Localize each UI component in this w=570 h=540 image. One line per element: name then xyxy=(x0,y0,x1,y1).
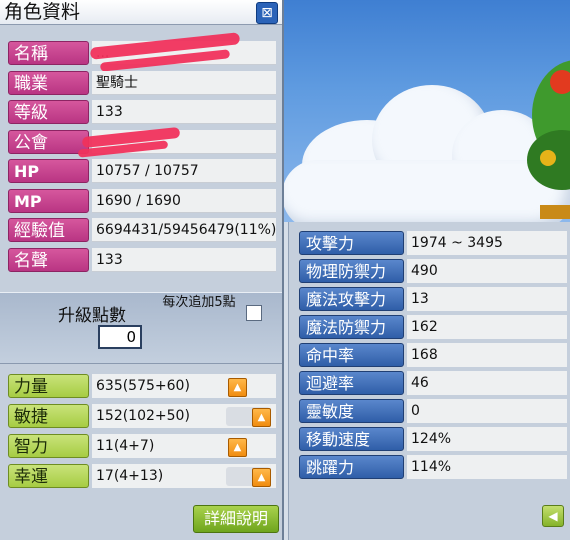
attr-label: 力量 xyxy=(8,374,89,398)
stat-label: 經驗值 xyxy=(8,218,89,242)
combat-label: 物理防禦力 xyxy=(299,259,404,283)
attributes-list: 力量 635(575+60) ▲ 敏捷 152(102+50) ▲ 智力 11(… xyxy=(4,370,277,490)
combat-label: 魔法攻擊力 xyxy=(299,287,404,311)
profile-stats: 名稱 ... 職業 聖騎士 等級 133 公會 HP 10757 / 10757… xyxy=(4,32,277,275)
combat-value: 124% xyxy=(407,427,567,451)
stat-row-level: 等級 133 xyxy=(4,97,277,127)
window-title: 角色資料 xyxy=(4,1,81,23)
combat-label: 靈敏度 xyxy=(299,399,404,423)
combat-row: 命中率 168 xyxy=(299,343,567,368)
combat-value: 490 xyxy=(407,259,567,283)
up-arrow-icon[interactable]: ▲ xyxy=(252,408,271,427)
stat-label: 公會 xyxy=(8,129,89,154)
combat-value: 13 xyxy=(407,287,567,311)
stat-row-exp: 經驗值 6694431/59456479(11%) xyxy=(4,215,277,245)
attr-label: 智力 xyxy=(8,434,89,458)
stat-row-fame: 名聲 133 xyxy=(4,245,277,275)
stat-value: 聖騎士 xyxy=(92,70,276,95)
attr-row-int: 智力 11(4+7) ▲ xyxy=(4,430,277,460)
attr-label: 敏捷 xyxy=(8,404,89,428)
auto-add-checkbox[interactable] xyxy=(246,305,262,321)
attr-row-str: 力量 635(575+60) ▲ xyxy=(4,370,277,400)
combat-label: 攻擊力 xyxy=(299,231,404,255)
combat-label: 魔法防禦力 xyxy=(299,315,404,339)
attr-label: 幸運 xyxy=(8,464,89,488)
combat-row: 魔法防禦力 162 xyxy=(299,315,567,340)
cloud xyxy=(282,160,570,222)
stat-value: 6694431/59456479(11%) xyxy=(92,218,276,242)
auto-add-label: 每次追加5點 xyxy=(162,295,236,310)
game-background xyxy=(282,0,570,222)
combat-row: 靈敏度 0 xyxy=(299,399,567,424)
title-bar[interactable]: 角色資料 ⊠ xyxy=(0,0,282,25)
combat-value: 168 xyxy=(407,343,567,367)
stat-label: 名聲 xyxy=(8,247,89,272)
combat-row: 迴避率 46 xyxy=(299,371,567,396)
attr-row-luk: 幸運 17(4+13) ▲ xyxy=(4,460,277,490)
combat-label: 迴避率 xyxy=(299,371,404,395)
stat-row-hp: HP 10757 / 10757 xyxy=(4,156,277,186)
attr-value: 11(4+7) xyxy=(92,434,276,458)
fruit xyxy=(540,150,556,166)
attr-value: 635(575+60) xyxy=(92,374,276,398)
stat-row-mp: MP 1690 / 1690 xyxy=(4,186,277,216)
combat-value: 46 xyxy=(407,371,567,395)
combat-row: 物理防禦力 490 xyxy=(299,259,567,284)
up-arrow-icon[interactable]: ▲ xyxy=(228,438,247,457)
back-arrow-icon[interactable]: ◀ xyxy=(542,505,564,527)
stat-value: 133 xyxy=(92,100,276,124)
combat-row: 攻擊力 1974 ~ 3495 xyxy=(299,231,567,256)
combat-row: 魔法攻擊力 13 xyxy=(299,287,567,312)
detail-button[interactable]: 詳細說明 xyxy=(193,505,279,533)
up-arrow-icon[interactable]: ▲ xyxy=(228,378,247,397)
stat-label: 名稱 xyxy=(8,41,89,65)
combat-value: 114% xyxy=(407,455,567,479)
combat-value: 162 xyxy=(407,315,567,339)
ability-points-label: 升級點數 xyxy=(58,306,126,326)
stat-label: 等級 xyxy=(8,100,89,124)
stat-label: 職業 xyxy=(8,70,89,95)
combat-row: 跳躍力 114% xyxy=(299,455,567,480)
combat-label: 跳躍力 xyxy=(299,455,404,479)
fruit xyxy=(550,70,570,94)
close-icon[interactable]: ⊠ xyxy=(256,2,278,24)
stat-label: HP xyxy=(8,159,89,183)
ability-points-value: 0 xyxy=(98,325,142,349)
stat-value: 133 xyxy=(92,247,276,272)
combat-stats-panel: 攻擊力 1974 ~ 3495 物理防禦力 490 魔法攻擊力 13 魔法防禦力… xyxy=(288,222,570,540)
stat-value: 1690 / 1690 xyxy=(92,188,276,213)
combat-label: 命中率 xyxy=(299,343,404,367)
stat-row-guild: 公會 xyxy=(4,126,277,158)
combat-label: 移動速度 xyxy=(299,427,404,451)
attr-row-dex: 敏捷 152(102+50) ▲ xyxy=(4,400,277,430)
combat-value: 0 xyxy=(407,399,567,423)
up-arrow-icon[interactable]: ▲ xyxy=(252,468,271,487)
character-info-window: 角色資料 ⊠ 名稱 ... 職業 聖騎士 等級 133 公會 HP 10757 … xyxy=(0,0,284,540)
stat-row-name: 名稱 ... xyxy=(4,32,277,72)
combat-value: 1974 ~ 3495 xyxy=(407,231,567,255)
combat-row: 移動速度 124% xyxy=(299,427,567,452)
stat-value: 10757 / 10757 xyxy=(92,159,276,183)
stat-label: MP xyxy=(8,188,89,213)
stat-row-job: 職業 聖騎士 xyxy=(4,68,277,98)
roof-decor xyxy=(540,205,570,219)
